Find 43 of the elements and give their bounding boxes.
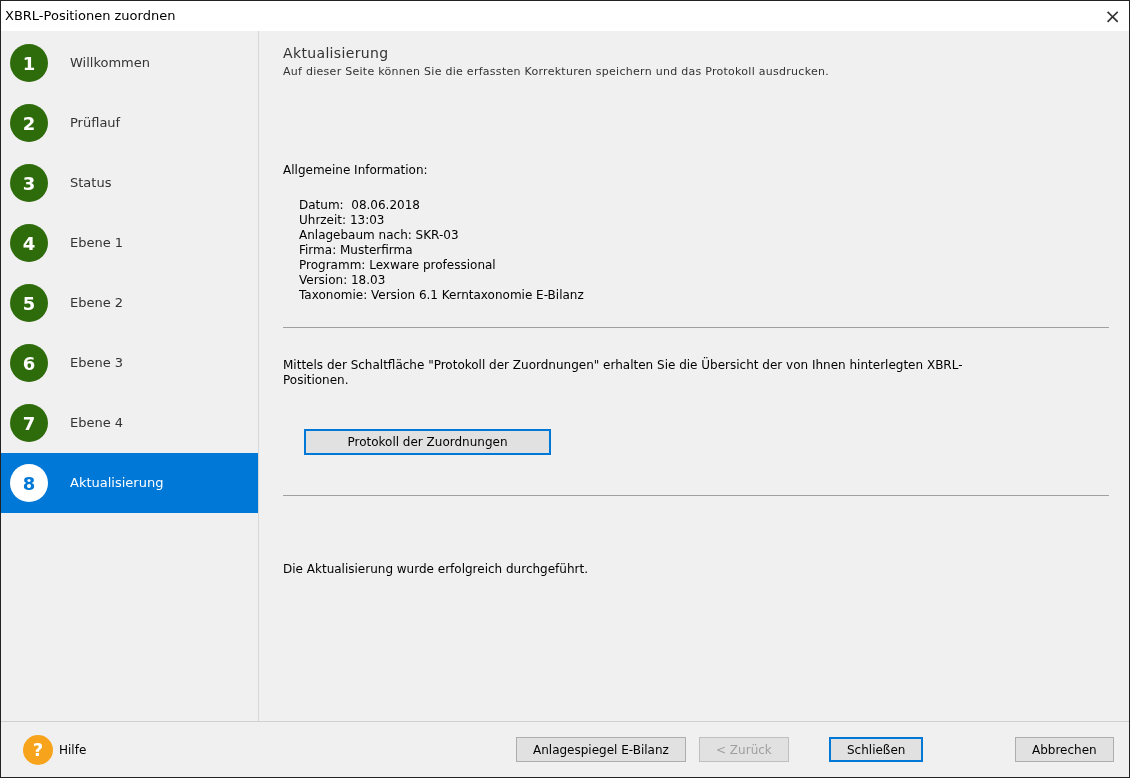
step-label: Aktualisierung [70,474,164,493]
info-line: Taxonomie: Version 6.1 Kerntaxonomie E-Bilanz [299,287,585,303]
info-line: Firma: Musterfirma [299,242,414,258]
info-line: Programm: Lexware professional [299,257,497,273]
step-item[interactable]: 6 Ebene 3 [1,333,258,393]
page-title: Aktualisierung [283,44,390,63]
step-number: 6 [10,344,48,382]
protocol-button[interactable]: Protokoll der Zuordnungen [304,428,551,455]
info-line: Version: 18.03 [299,272,387,288]
close-button[interactable]: × [1104,6,1121,26]
step-number: 1 [10,44,48,82]
step-number: 8 [10,464,48,502]
info-heading: Allgemeine Information: [283,161,429,179]
step-label: Ebene 3 [70,354,124,373]
step-label: Willkommen [70,54,150,73]
step-number: 7 [10,404,48,442]
step-item[interactable]: 5 Ebene 2 [1,273,258,333]
step-label: Ebene 1 [70,234,124,253]
step-number: 5 [10,284,48,322]
step-label: Status [70,174,112,193]
step-number: 4 [10,224,48,262]
info-line: Uhrzeit: 13:03 [299,212,386,228]
step-item[interactable]: 7 Ebene 4 [1,393,258,453]
protocol-description: Mittels der Schaltfläche "Protokoll der Zuordnungen" erhalten Sie die Übersicht der von Ihnen hinterlegten XBRL-Positionen. [283,357,963,388]
step-number: 2 [10,104,48,142]
step-item[interactable]: 1 Willkommen [1,33,258,93]
info-line: Datum: 08.06.2018 [299,197,421,213]
info-line: Anlagebaum nach: SKR-03 [299,227,460,243]
step-item[interactable]: 3 Status [1,153,258,213]
help-link[interactable]: Hilfe [59,740,87,759]
result-message: Die Aktualisierung wurde erfolgreich durchgeführt. [283,560,589,578]
window-title: XBRL-Positionen zuordnen [5,7,176,26]
footer-button[interactable]: Schließen [829,737,924,762]
step-item[interactable]: 8 Aktualisierung [1,453,258,513]
step-item[interactable]: 2 Prüflauf [1,93,258,153]
step-label: Ebene 4 [70,414,124,433]
page-subtitle: Auf dieser Seite können Sie die erfassten Korrekturen speichern und das Protokoll ausdrucken. [283,64,830,80]
step-number: 3 [10,164,48,202]
footer-button[interactable]: Abbrechen [1015,737,1114,762]
step-label: Ebene 2 [70,294,124,313]
step-item[interactable]: 4 Ebene 1 [1,213,258,273]
step-label: Prüflauf [70,114,121,133]
footer-button[interactable]: Anlagespiegel E-Bilanz [516,737,686,762]
